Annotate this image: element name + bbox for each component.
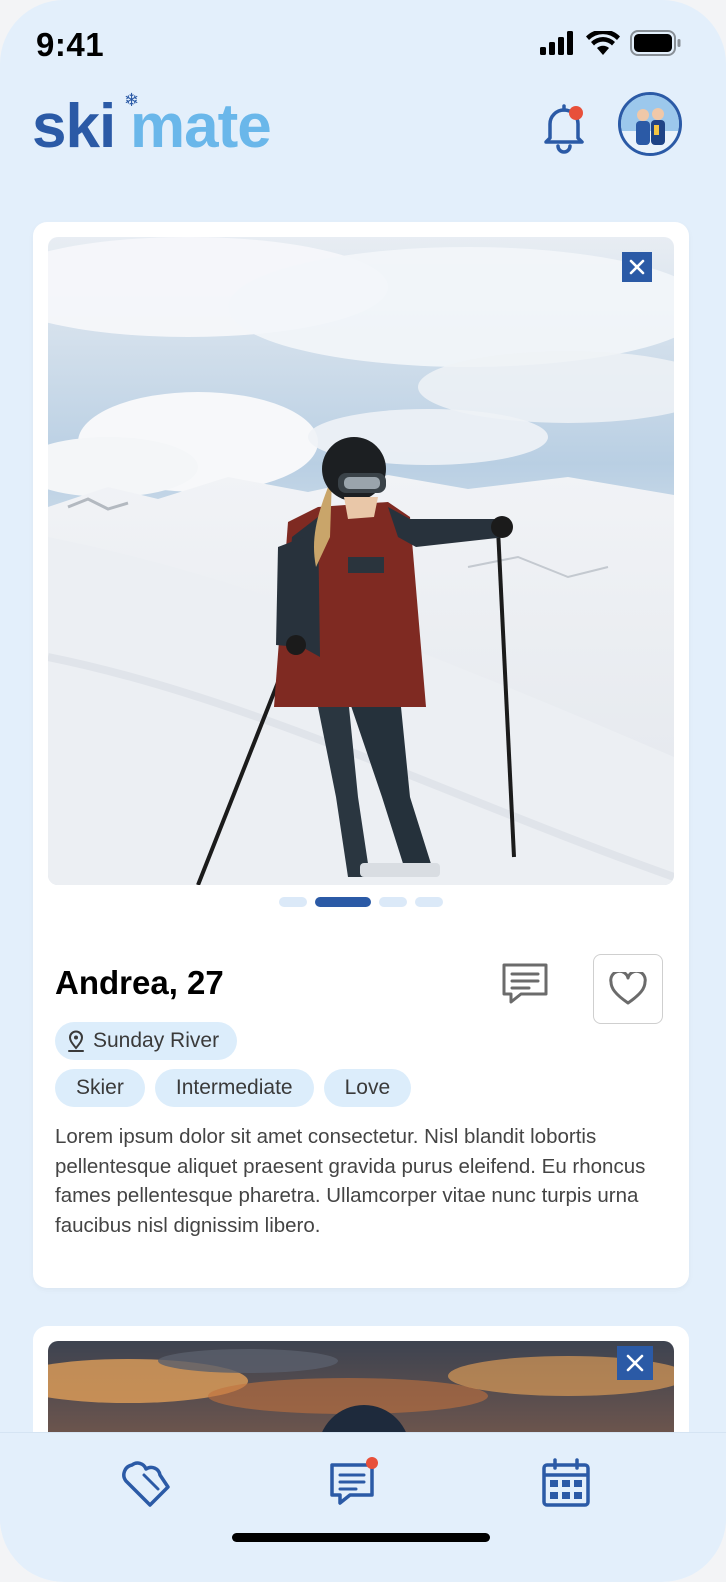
location-pin-icon <box>68 1030 84 1052</box>
message-button[interactable] <box>501 962 549 1006</box>
close-icon <box>626 1354 644 1372</box>
profile-card: Andrea, 27 Sunday River Skier Intermedia… <box>33 222 689 1288</box>
calendar-icon <box>542 1458 590 1507</box>
tag-chip: Love <box>323 1069 412 1107</box>
profile-name: Andrea, 27 <box>55 964 224 1001</box>
profile-photo[interactable] <box>48 237 674 885</box>
interest-tags: Skier Intermediate Love <box>55 1069 412 1107</box>
photo-dot[interactable] <box>379 897 407 907</box>
nav-messages[interactable] <box>326 1455 382 1511</box>
like-button[interactable] <box>593 954 663 1024</box>
close-icon <box>629 259 645 275</box>
messages-badge <box>366 1457 378 1469</box>
bell-icon <box>544 104 584 154</box>
app-screen: 9:41 ski mate ❄ Andrea, 27 Sunday River … <box>0 0 726 1582</box>
messages-icon <box>330 1457 378 1505</box>
snowflake-icon: ❄ <box>124 90 140 110</box>
profile-bio: Lorem ipsum dolor sit amet consectetur. … <box>55 1125 646 1237</box>
user-avatar[interactable] <box>618 92 682 156</box>
signal-icon <box>540 31 573 55</box>
tag-chip: Skier <box>55 1069 145 1107</box>
skimate-logo: ski mate ❄ <box>32 90 272 162</box>
status-time: 9:41 <box>36 26 105 63</box>
heart-icon <box>609 972 647 1005</box>
nav-matches[interactable] <box>118 1455 174 1511</box>
photo-pagination <box>33 897 689 907</box>
close-photo-button[interactable] <box>622 252 652 282</box>
close-photo-button[interactable] <box>617 1346 653 1380</box>
avatar-image <box>621 95 679 153</box>
tag-chip: Intermediate <box>154 1069 314 1107</box>
bottom-navigation <box>0 1432 726 1582</box>
location-label: Sunday River <box>93 1029 220 1052</box>
home-indicator[interactable] <box>232 1533 490 1542</box>
notifications-button[interactable] <box>536 98 592 154</box>
notification-dot <box>569 106 583 120</box>
battery-icon <box>630 30 681 56</box>
logo-text-ski: ski <box>32 92 116 161</box>
photo-dot-active[interactable] <box>315 897 371 907</box>
wifi-icon <box>586 31 620 55</box>
heart-tag-icon <box>122 1461 170 1507</box>
status-icons <box>540 30 682 56</box>
location-chip: Sunday River <box>55 1022 238 1060</box>
photo-dot[interactable] <box>279 897 307 907</box>
chat-icon <box>502 963 548 1004</box>
photo-dot[interactable] <box>415 897 443 907</box>
nav-calendar[interactable] <box>538 1455 594 1511</box>
logo-text-mate: mate <box>130 92 272 161</box>
